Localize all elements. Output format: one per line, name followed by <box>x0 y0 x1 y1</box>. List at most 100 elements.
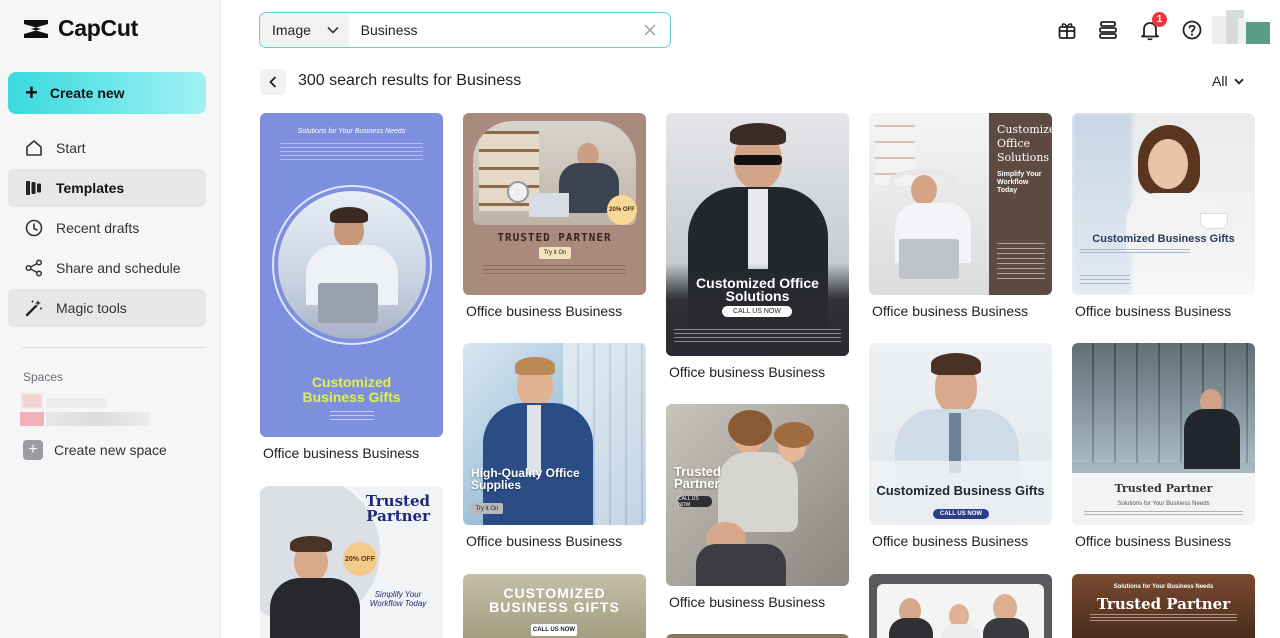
template-caption: Office business Business <box>263 445 420 461</box>
template-card[interactable]: Customized Office Solutions Simplify You… <box>869 113 1052 319</box>
thumbnail-subhead: Solutions for Your Business Needs <box>297 128 406 135</box>
thumbnail-headline: CUSTOMIZED BUSINESS GIFTS <box>489 585 620 615</box>
space-item-blurred[interactable] <box>20 392 152 428</box>
clear-search-icon[interactable] <box>631 13 670 47</box>
template-caption: Office business Business <box>1075 303 1232 319</box>
template-card[interactable]: Customized Business Gifts CALL US NOW Of… <box>869 343 1052 549</box>
capcut-logo-icon <box>24 19 48 38</box>
sidebar: CapCut + Create new Start Templates Rece… <box>0 0 221 638</box>
notification-badge: 1 <box>1152 12 1167 27</box>
sidebar-item-share-and-schedule[interactable]: Share and schedule <box>8 249 206 287</box>
sidebar-item-recent-drafts[interactable]: Recent drafts <box>8 209 206 247</box>
create-new-button[interactable]: + Create new <box>8 72 206 114</box>
template-card[interactable]: Trusted Partner CALL US NOW Office busin… <box>666 404 849 610</box>
thumbnail-headline: Customized Business Gifts <box>876 483 1045 498</box>
sidebar-item-label: Recent drafts <box>56 220 140 236</box>
template-thumbnail: Trusted Partner Solutions for Your Busin… <box>1072 343 1255 525</box>
plus-icon: + <box>25 80 38 105</box>
template-thumbnail: 20% OFF TRUSTED PARTNER Try it On <box>463 113 646 295</box>
template-thumbnail <box>666 634 849 638</box>
spaces-heading: Spaces <box>23 370 64 384</box>
template-caption: Office business Business <box>872 533 1029 549</box>
template-caption: Office business Business <box>1075 533 1232 549</box>
sidebar-item-label: Magic tools <box>56 300 127 316</box>
template-caption: Office business Business <box>466 533 623 549</box>
template-card[interactable]: CUSTOMIZED BUSINESS GIFTS CALL US NOW <box>463 574 646 638</box>
template-thumbnail: Customized Business Gifts CALL US NOW <box>869 343 1052 525</box>
plus-icon: + <box>23 440 43 460</box>
back-button[interactable] <box>260 69 286 95</box>
search-type-label: Image <box>272 22 311 38</box>
thumbnail-headline: Customized Office Solutions <box>696 275 819 304</box>
avatar[interactable] <box>1212 10 1270 44</box>
capcut-logo[interactable]: CapCut <box>22 15 138 42</box>
create-new-space-label: Create new space <box>54 442 167 458</box>
sidebar-item-templates[interactable]: Templates <box>8 169 206 207</box>
thumbnail-subhead: Solutions for Your Business Needs <box>1117 501 1210 507</box>
search-bar: Image <box>259 12 671 48</box>
template-card[interactable]: Trusted Partner Solutions for Your Busin… <box>1072 343 1255 549</box>
share-icon <box>24 258 44 278</box>
sidebar-item-start[interactable]: Start <box>8 129 206 167</box>
templates-icon <box>24 178 44 198</box>
template-thumbnail: Trusted Partner 20% OFF Simplify Your Wo… <box>260 486 443 638</box>
thumbnail-cta: Try it On <box>539 247 571 259</box>
thumbnail-headline: Trusted Partner <box>674 464 721 491</box>
gift-icon[interactable] <box>1054 17 1080 43</box>
thumbnail-cta: CALL US NOW <box>933 509 989 519</box>
create-new-space-button[interactable]: + Create new space <box>23 440 167 460</box>
sidebar-divider <box>22 347 206 348</box>
template-caption: Office business Business <box>872 303 1029 319</box>
template-card[interactable]: Solutions for Your Business Needs Truste… <box>1072 574 1255 638</box>
template-thumbnail: Customized Business Gifts <box>1072 113 1255 295</box>
app-name: CapCut <box>58 15 138 41</box>
thumbnail-headline: TRUSTED PARTNER <box>497 231 612 244</box>
template-card[interactable] <box>869 574 1052 638</box>
template-card[interactable]: High-Quality Office Supplies Try it On O… <box>463 343 646 549</box>
thumbnail-cta: Try it On <box>471 503 503 514</box>
template-thumbnail: Solutions for Your Business Needs Truste… <box>1072 574 1255 638</box>
template-caption: Office business Business <box>669 594 826 610</box>
thumbnail-cta: CALL US NOW <box>678 496 712 508</box>
thumbnail-headline: Trusted Partner <box>1096 595 1231 613</box>
filter-label: All <box>1212 73 1228 89</box>
layers-icon[interactable] <box>1095 17 1121 43</box>
chevron-down-icon <box>1233 78 1244 85</box>
search-type-dropdown[interactable]: Image <box>260 13 349 47</box>
template-card[interactable]: Trusted Partner 20% OFF Simplify Your Wo… <box>260 486 443 638</box>
thumbnail-headline: Customized Business Gifts <box>302 374 401 405</box>
thumbnail-cta: CALL US NOW <box>531 624 577 636</box>
template-thumbnail: Trusted Partner CALL US NOW <box>666 404 849 586</box>
search-input[interactable] <box>360 22 631 38</box>
template-thumbnail: Solutions for Your Business Needs Custom… <box>260 113 443 437</box>
sidebar-item-magic-tools[interactable]: Magic tools <box>8 289 206 327</box>
template-thumbnail: CUSTOMIZED BUSINESS GIFTS CALL US NOW <box>463 574 646 638</box>
filter-dropdown[interactable]: All <box>1212 73 1244 89</box>
discount-badge: 20% OFF <box>607 195 637 225</box>
template-card[interactable]: Customized Office Solutions CALL US NOW … <box>666 113 849 380</box>
template-thumbnail: Customized Office Solutions CALL US NOW <box>666 113 849 356</box>
thumbnail-subhead: Simplify Your Workflow Today <box>997 171 1042 194</box>
thumbnail-subhead: Solutions for Your Business Needs <box>1113 584 1214 590</box>
template-caption: Office business Business <box>669 364 826 380</box>
search-query-wrapper <box>349 13 631 47</box>
sidebar-item-label: Templates <box>56 180 125 196</box>
home-icon <box>24 138 44 158</box>
thumbnail-headline: Customized Business Gifts <box>1092 233 1235 245</box>
chevron-left-icon <box>269 76 277 88</box>
template-card[interactable] <box>666 634 849 638</box>
results-title: 300 search results for Business <box>298 72 522 89</box>
create-new-label: Create new <box>49 85 125 101</box>
thumbnail-cta: CALL US NOW <box>722 306 792 317</box>
template-card[interactable]: Customized Business Gifts Office busines… <box>1072 113 1255 319</box>
template-card[interactable]: 20% OFF TRUSTED PARTNER Try it On Office… <box>463 113 646 319</box>
discount-badge: 20% OFF <box>343 542 377 576</box>
help-icon[interactable] <box>1179 17 1205 43</box>
thumbnail-headline: High-Quality Office Supplies <box>471 466 580 492</box>
template-card[interactable]: Solutions for Your Business Needs Custom… <box>260 113 443 461</box>
clock-icon <box>24 218 44 238</box>
chevron-down-icon <box>327 26 339 34</box>
template-caption: Office business Business <box>466 303 623 319</box>
template-thumbnail <box>869 574 1052 638</box>
thumbnail-headline: Customized Office Solutions <box>997 123 1052 164</box>
